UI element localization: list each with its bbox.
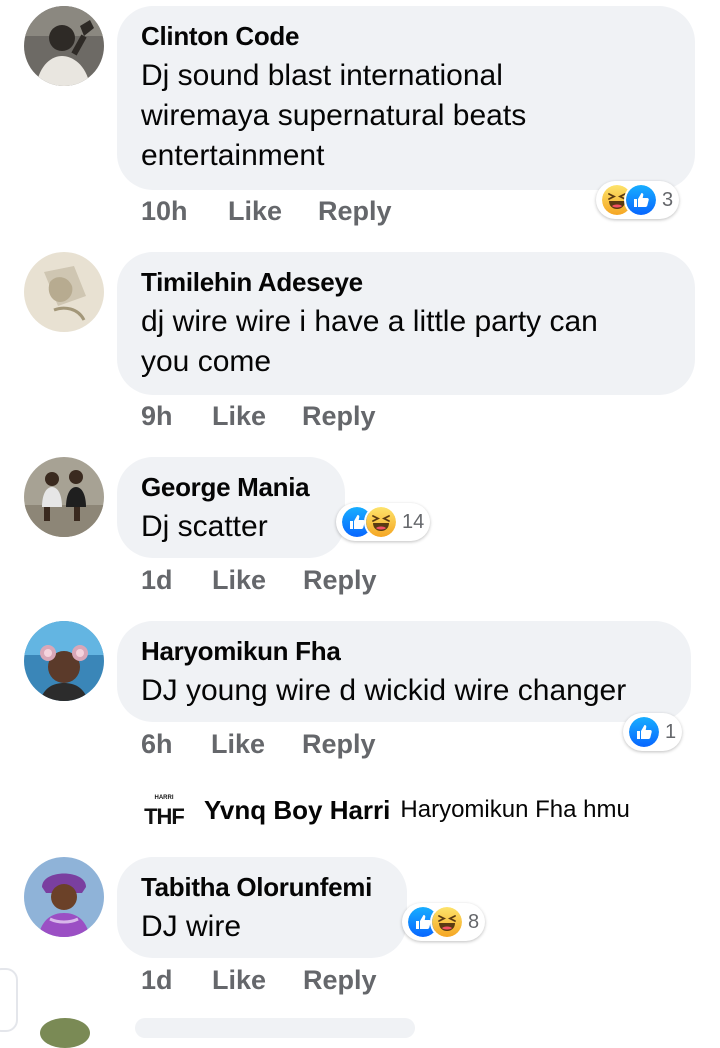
comment-line: dj wire wire i have a little party can [141, 305, 598, 338]
reaction-summary[interactable]: 3 [596, 181, 680, 219]
like-button[interactable]: Like [211, 729, 265, 760]
reaction-count: 3 [662, 188, 674, 211]
comment-bubble[interactable]: Tabitha Olorunfemi DJ wire [117, 857, 407, 958]
comment-line: wiremaya supernatural beats [141, 99, 527, 132]
like-button[interactable]: Like [212, 401, 266, 432]
comment-text: Dj scatter [141, 507, 321, 547]
comment-line: Dj scatter [141, 510, 268, 543]
reply-author[interactable]: Yvnq Boy Harri [204, 795, 390, 826]
comment-text: DJ wire [141, 907, 383, 947]
reply-button[interactable]: Reply [302, 729, 376, 760]
comment-bubble[interactable]: Haryomikun Fha DJ young wire d wickid wi… [117, 621, 691, 722]
comment-bubble[interactable]: Timilehin Adeseye dj wire wire i have a … [117, 252, 695, 395]
avatar[interactable] [24, 857, 104, 937]
reply-button[interactable]: Reply [302, 401, 376, 432]
reply-avatar-text: THF [144, 804, 184, 829]
svg-text:HARRI: HARRI [155, 795, 174, 801]
comment-text: dj wire wire i have a little party can y… [141, 302, 671, 382]
like-button[interactable]: Like [212, 965, 266, 996]
timestamp[interactable]: 1d [141, 965, 173, 996]
like-icon [624, 183, 658, 217]
reply-button[interactable]: Reply [303, 965, 377, 996]
comment-text: Dj sound blast international wiremaya su… [141, 56, 671, 176]
comment-line: entertainment [141, 139, 325, 172]
avatar[interactable] [40, 1018, 90, 1048]
commenter-name[interactable]: George Mania [141, 471, 321, 503]
comment-line: DJ wire [141, 910, 242, 943]
scroll-edge [0, 968, 18, 1032]
like-button[interactable]: Like [212, 565, 266, 596]
reply-preview[interactable]: HARRI THF Yvnq Boy Harri Haryomikun Fha … [140, 788, 630, 832]
reply-button[interactable]: Reply [318, 196, 392, 227]
reaction-summary[interactable]: 1 [623, 713, 683, 751]
comment-bubble[interactable] [135, 1018, 415, 1038]
timestamp[interactable]: 9h [141, 401, 173, 432]
reaction-count: 1 [665, 720, 677, 743]
haha-icon [430, 905, 464, 939]
comment-text: DJ young wire d wickid wire changer [141, 671, 667, 711]
avatar[interactable] [24, 252, 104, 332]
reply-button[interactable]: Reply [303, 565, 377, 596]
timestamp[interactable]: 1d [141, 565, 173, 596]
avatar[interactable] [24, 6, 104, 86]
like-button[interactable]: Like [228, 196, 282, 227]
reply-avatar[interactable]: HARRI THF [140, 788, 188, 832]
reaction-count: 8 [468, 910, 480, 933]
avatar[interactable] [24, 457, 104, 537]
reaction-summary[interactable]: 8 [402, 903, 486, 941]
commenter-name[interactable]: Haryomikun Fha [141, 635, 667, 667]
timestamp[interactable]: 6h [141, 729, 173, 760]
commenter-name[interactable]: Tabitha Olorunfemi [141, 871, 383, 903]
reaction-count: 14 [402, 510, 425, 533]
comment-line: DJ young wire d wickid wire changer [141, 674, 627, 707]
comment-line: you come [141, 345, 272, 378]
commenter-name[interactable]: Timilehin Adeseye [141, 266, 671, 298]
timestamp[interactable]: 10h [141, 196, 188, 227]
comment-bubble[interactable]: Clinton Code Dj sound blast internationa… [117, 6, 695, 190]
comment-line: Dj sound blast international [141, 59, 503, 92]
reply-text: Haryomikun Fha hmu [400, 796, 630, 823]
comment-bubble[interactable]: George Mania Dj scatter [117, 457, 345, 558]
reaction-summary[interactable]: 14 [336, 503, 431, 541]
haha-icon [364, 505, 398, 539]
avatar[interactable] [24, 621, 104, 701]
commenter-name[interactable]: Clinton Code [141, 20, 671, 52]
like-icon [627, 715, 661, 749]
